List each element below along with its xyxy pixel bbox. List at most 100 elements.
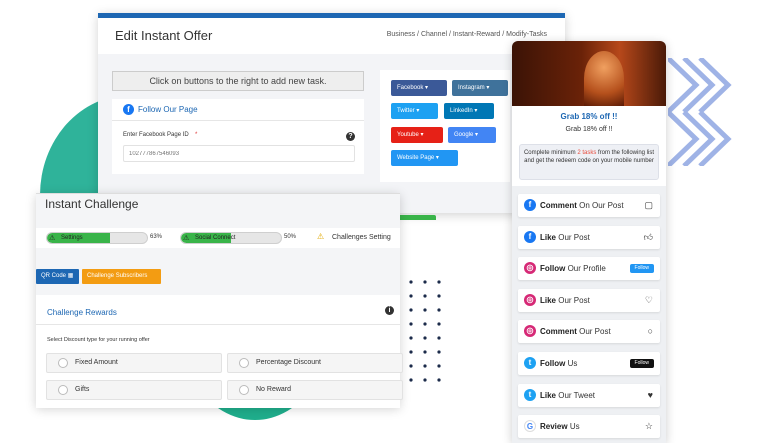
- task-verb: Like: [540, 233, 557, 242]
- page-title: Edit Instant Offer: [115, 28, 213, 43]
- challenge-title: Instant Challenge: [45, 197, 139, 211]
- instagram-icon: ◎: [524, 262, 536, 274]
- option-label: Percentage Discount: [256, 359, 321, 366]
- rewards-instruction: Select Discount type for your running of…: [47, 337, 150, 343]
- task-follow-twitter[interactable]: t Follow Us Follow: [518, 352, 660, 375]
- facebook-icon: f: [524, 231, 536, 243]
- info-icon[interactable]: i: [385, 306, 394, 315]
- task-comment-facebook-post[interactable]: f Comment On Our Post ▢: [518, 194, 660, 217]
- option-no-reward[interactable]: No Reward: [227, 380, 403, 400]
- facebook-task-header: f Follow Our Page: [112, 99, 364, 121]
- challenge-subscribers-button[interactable]: Challenge Subscribers: [82, 269, 161, 284]
- offer-banner-image: [512, 41, 666, 106]
- option-percentage-discount[interactable]: Percentage Discount: [227, 353, 403, 373]
- instagram-icon: ◎: [524, 294, 536, 306]
- task-like-tweet[interactable]: t Like Our Tweet ♥: [518, 384, 660, 407]
- task-object: Us: [569, 422, 580, 431]
- twitter-icon: t: [524, 389, 536, 401]
- task-verb: Comment: [540, 201, 577, 210]
- qr-code-button[interactable]: QR Code ▦: [36, 269, 79, 284]
- comment-icon: ▢: [644, 200, 653, 210]
- task-verb: Like: [540, 296, 557, 305]
- task-object: Our Tweet: [558, 391, 596, 400]
- task-follow-instagram-profile[interactable]: ◎ Follow Our Profile Follow: [518, 257, 660, 280]
- task-verb: Comment: [540, 327, 577, 336]
- facebook-page-id-label: Enter Facebook Page ID: [123, 132, 189, 138]
- decorative-chevrons: [668, 58, 732, 166]
- star-icon: ☆: [644, 421, 653, 431]
- step-settings-percent: 63%: [150, 234, 163, 240]
- grid-icon: ▦: [67, 273, 74, 279]
- breadcrumb: Business / Channel / Instant-Reward / Mo…: [386, 31, 547, 38]
- task-verb: Follow: [540, 264, 566, 273]
- warning-icon: ⚠: [183, 235, 190, 242]
- radio-button[interactable]: [239, 358, 249, 368]
- add-task-hint: Click on buttons to the right to add new…: [112, 71, 364, 91]
- add-website-task-button[interactable]: Website Page: [391, 150, 458, 166]
- follow-button[interactable]: Follow: [629, 359, 654, 368]
- step-social-label: Social Connect: [195, 235, 236, 241]
- offer-instructions: Complete minimum 2 tasks from the follow…: [519, 144, 659, 180]
- instructions-task-count: 2 tasks: [577, 150, 597, 156]
- help-icon[interactable]: ?: [346, 132, 355, 141]
- offer-subheadline: Grab 18% off !!: [565, 126, 613, 133]
- social-task-buttons: Facebook Instagram Twitter LinkedIn Yout…: [380, 70, 510, 182]
- option-label: Fixed Amount: [75, 359, 118, 366]
- task-object: Our Profile: [567, 264, 606, 273]
- offer-headline: Grab 18% off !!: [560, 112, 618, 121]
- rewards-title: Challenge Rewards: [47, 308, 117, 317]
- task-object: Our Post: [558, 296, 590, 305]
- task-like-facebook-post[interactable]: f Like Our Post 👍︎: [518, 226, 660, 249]
- facebook-task-title: Follow Our Page: [138, 105, 198, 114]
- add-linkedin-task-button[interactable]: LinkedIn: [444, 103, 494, 119]
- decorative-dot-grid: [409, 280, 441, 382]
- option-fixed-amount[interactable]: Fixed Amount: [46, 353, 222, 373]
- task-object: Our Post: [558, 233, 590, 242]
- task-verb: Review: [540, 422, 568, 431]
- instructions-prefix: Complete minimum: [523, 150, 576, 156]
- task-verb: Follow: [540, 359, 566, 368]
- follow-button[interactable]: Follow: [629, 264, 654, 273]
- twitter-icon: t: [524, 357, 536, 369]
- edit-offer-header: Edit Instant Offer Business / Channel / …: [98, 18, 565, 54]
- step-settings[interactable]: ⚠ Settings: [46, 232, 148, 244]
- instagram-icon: ◎: [524, 325, 536, 337]
- challenge-steps: ⚠ Settings 63% ⚠ Social Connect 50% ⚠ Ch…: [36, 228, 400, 248]
- facebook-icon: f: [123, 104, 134, 115]
- thumbs-up-icon: 👍︎: [643, 232, 653, 242]
- add-instagram-task-button[interactable]: Instagram: [452, 80, 508, 96]
- banner-figure: [584, 51, 624, 106]
- task-google-review[interactable]: G Review Us ☆: [518, 415, 660, 438]
- qr-code-label: QR Code: [41, 273, 67, 279]
- radio-button[interactable]: [239, 385, 249, 395]
- task-object: Our Post: [579, 327, 611, 336]
- task-comment-instagram-post[interactable]: ◎ Comment Our Post ○: [518, 320, 660, 343]
- task-object: On Our Post: [579, 201, 624, 210]
- step-challenges-setting[interactable]: Challenges Setting: [332, 234, 391, 241]
- add-twitter-task-button[interactable]: Twitter: [391, 103, 438, 119]
- divider: [36, 324, 400, 325]
- warning-icon: ⚠: [317, 232, 325, 241]
- option-gifts[interactable]: Gifts: [46, 380, 222, 400]
- required-mark: *: [195, 132, 198, 138]
- google-icon: G: [524, 420, 536, 432]
- option-label: No Reward: [256, 386, 292, 393]
- facebook-icon: f: [524, 199, 536, 211]
- comment-icon: ○: [647, 326, 653, 336]
- step-social-connect[interactable]: ⚠ Social Connect: [180, 232, 282, 244]
- task-like-instagram-post[interactable]: ◎ Like Our Post ♡: [518, 289, 660, 312]
- add-youtube-task-button[interactable]: Youtube: [391, 127, 443, 143]
- mobile-preview: Grab 18% off !! Grab 18% off !! Complete…: [512, 41, 666, 443]
- warning-icon: ⚠: [49, 235, 56, 242]
- add-facebook-task-button[interactable]: Facebook: [391, 80, 447, 96]
- step-settings-label: Settings: [61, 235, 83, 241]
- radio-button[interactable]: [58, 358, 68, 368]
- heart-icon: ♡: [644, 295, 653, 305]
- facebook-page-id-input[interactable]: [123, 145, 355, 162]
- save-button-edge[interactable]: [396, 215, 436, 220]
- add-google-task-button[interactable]: Google: [448, 127, 496, 143]
- option-label: Gifts: [75, 386, 90, 393]
- task-verb: Like: [540, 391, 557, 400]
- offer-info-card: Grab 18% off !! Grab 18% off !! Complete…: [512, 106, 666, 186]
- radio-button[interactable]: [58, 385, 68, 395]
